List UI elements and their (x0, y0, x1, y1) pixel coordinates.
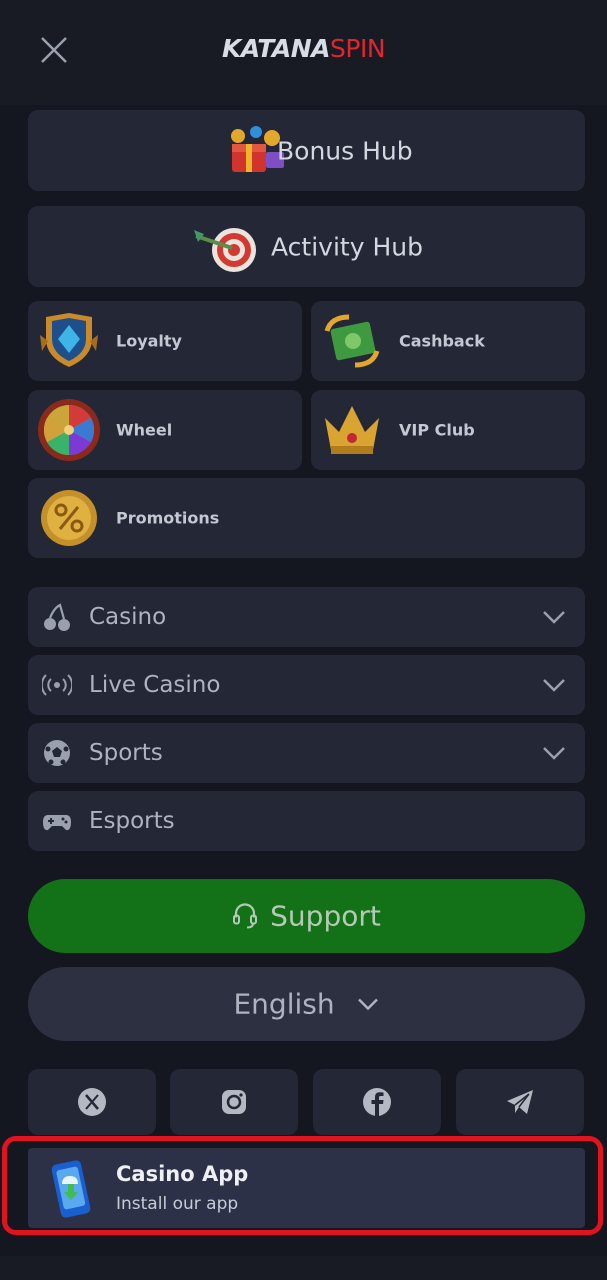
wheel-label: Wheel (116, 420, 173, 440)
cashback-label: Cashback (399, 331, 485, 351)
support-label: Support (270, 899, 381, 933)
katana-spin-logo[interactable]: KATANASPIN (0, 34, 607, 63)
broadcast-icon (42, 674, 72, 696)
loyalty-label: Loyalty (116, 331, 182, 351)
menu-item-sports[interactable]: Sports (28, 723, 585, 783)
activity-hub-label: Activity Hub (271, 232, 423, 261)
telegram-icon (507, 1090, 533, 1114)
gamepad-icon (43, 815, 71, 831)
loyalty-tile[interactable]: Loyalty (28, 301, 302, 381)
casino-app-subtitle: Install our app (116, 1194, 239, 1214)
instagram-social-button[interactable] (170, 1069, 298, 1135)
bonus-hub-label: Bonus Hub (277, 136, 413, 165)
promotions-label: Promotions (116, 508, 220, 528)
cherries-icon (44, 603, 70, 631)
activity-hub-button[interactable]: Activity Hub (28, 206, 585, 287)
support-content: Support (28, 900, 585, 933)
phone-download-icon (51, 1160, 91, 1218)
shield-badge-icon (40, 313, 98, 367)
dart-target-icon (194, 228, 256, 272)
menu-item-live-casino[interactable]: Live Casino (28, 655, 585, 715)
menu-item-casino[interactable]: Casino (28, 587, 585, 647)
logo-text-spin: SPIN (330, 34, 386, 63)
x-social-button[interactable] (28, 1069, 156, 1135)
esports-label: Esports (89, 808, 175, 834)
promotions-tile[interactable]: Promotions (28, 478, 585, 558)
fortune-wheel-icon (38, 399, 100, 461)
facebook-social-button[interactable] (313, 1069, 441, 1135)
vip-club-tile[interactable]: VIP Club (311, 390, 585, 470)
telegram-social-button[interactable] (456, 1069, 584, 1135)
sports-label: Sports (89, 740, 163, 766)
language-selector[interactable]: English (28, 967, 585, 1041)
headset-icon (233, 903, 258, 929)
wheel-tile[interactable]: Wheel (28, 390, 302, 470)
chevron-down-icon (543, 747, 565, 760)
logo-text-katana: KATANA (221, 34, 331, 63)
bonus-hub-button[interactable]: Bonus Hub (28, 110, 585, 191)
crown-icon (325, 406, 379, 454)
facebook-icon (363, 1088, 391, 1116)
instagram-icon (222, 1090, 246, 1114)
x-icon (78, 1088, 106, 1116)
percent-coin-icon (41, 490, 97, 546)
chevron-down-icon (357, 998, 378, 1011)
chevron-down-icon (543, 679, 565, 692)
chevron-down-icon (543, 611, 565, 624)
menu-item-esports[interactable]: Esports (28, 791, 585, 851)
casino-app-banner[interactable]: Casino App Install our app (28, 1148, 585, 1228)
support-button[interactable]: Support (28, 879, 585, 953)
cash-refresh-icon (324, 314, 380, 368)
menu-header: KATANASPIN (0, 0, 607, 105)
casino-app-title: Casino App (116, 1162, 249, 1186)
vip-club-label: VIP Club (399, 420, 475, 440)
live-casino-label: Live Casino (89, 672, 221, 698)
language-label: English (233, 987, 335, 1021)
soccer-ball-icon (44, 740, 70, 766)
casino-label: Casino (89, 604, 167, 630)
bottom-bar (0, 1256, 607, 1280)
language-content: English (28, 988, 585, 1021)
cashback-tile[interactable]: Cashback (311, 301, 585, 381)
